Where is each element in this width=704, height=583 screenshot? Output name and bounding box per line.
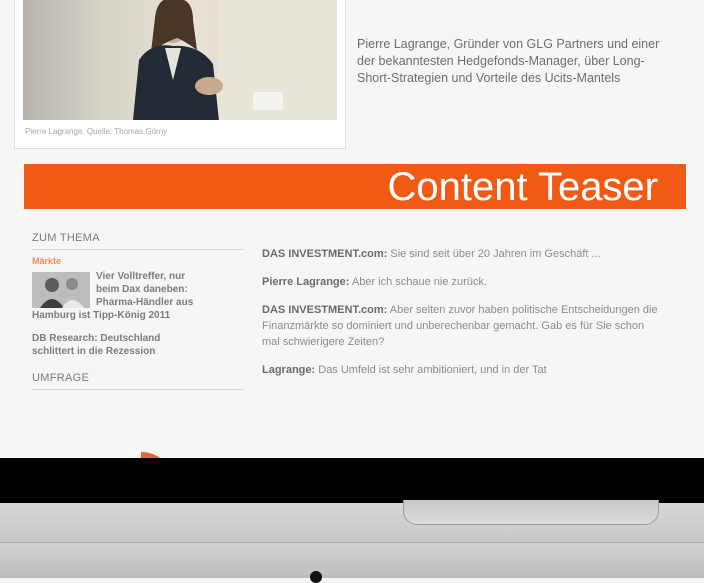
umfrage-heading: UMFRAGE	[32, 372, 244, 390]
interview-article: DAS INVESTMENT.com: Sie sind seit über 2…	[262, 246, 662, 390]
speaker-label: DAS INVESTMENT.com:	[262, 304, 388, 316]
paragraph-text: Aber ich schaue nie zurück.	[349, 276, 487, 288]
related-news-item[interactable]: DB Research: Deutschland schlittert in d…	[32, 332, 232, 358]
poll-pie-chart	[141, 451, 161, 458]
news-line: Pharma-Händler aus	[96, 297, 194, 308]
cup-shape	[253, 92, 283, 110]
category-link-maerkte[interactable]: Märkte	[32, 256, 244, 266]
article-paragraph: DAS INVESTMENT.com: Sie sind seit über 2…	[262, 246, 662, 262]
content-teaser-label: Content Teaser	[387, 165, 658, 209]
news-line: beim Dax daneben:	[96, 284, 188, 295]
photo-caption: Pierre Lagrange. Quelle: Thomas Görny	[25, 127, 168, 136]
laptop-screen: Pierre Lagrange. Quelle: Thomas Görny Pi…	[0, 0, 704, 458]
person-illustration	[133, 0, 223, 120]
lid-notch	[403, 500, 659, 525]
news-line: Hamburg ist Tipp-König 2011	[32, 310, 171, 321]
sidebar: ZUM THEMA Märkte Vier Volltreffer, nur b…	[32, 232, 244, 458]
camera-dot-icon	[310, 571, 322, 583]
speaker-label: DAS INVESTMENT.com:	[262, 248, 388, 260]
paragraph-text: Sie sind seit über 20 Jahren im Geschäft…	[387, 248, 601, 260]
portrait-photo	[23, 0, 337, 120]
content-teaser-banner[interactable]: Content Teaser	[24, 164, 686, 209]
paragraph-text: Das Umfeld ist sehr ambitioniert, und in…	[315, 364, 547, 376]
related-news-item[interactable]: Vier Volltreffer, nur beim Dax daneben: …	[32, 270, 244, 324]
news-line: schlittert in die Rezession	[32, 346, 156, 357]
article-paragraph: Lagrange: Das Umfeld ist sehr ambitionie…	[262, 362, 662, 378]
article-paragraph: DAS INVESTMENT.com: Aber selten zuvor ha…	[262, 302, 662, 350]
article-paragraph: Pierre Lagrange: Aber ich schaue nie zur…	[262, 274, 662, 290]
speaker-label: Lagrange:	[262, 364, 316, 376]
speaker-label: Pierre Lagrange:	[262, 276, 350, 288]
laptop-bezel	[0, 458, 704, 503]
laptop-hinge	[0, 542, 704, 578]
related-news-title[interactable]: Vier Volltreffer, nur beim Dax daneben: …	[32, 270, 237, 322]
news-line: DB Research: Deutschland	[32, 333, 161, 344]
zum-thema-heading: ZUM THEMA	[32, 232, 244, 250]
article-photo-card: Pierre Lagrange. Quelle: Thomas Görny	[14, 0, 346, 149]
news-line: Vier Volltreffer, nur	[96, 271, 186, 282]
article-intro: Pierre Lagrange, Gründer von GLG Partner…	[357, 37, 660, 85]
